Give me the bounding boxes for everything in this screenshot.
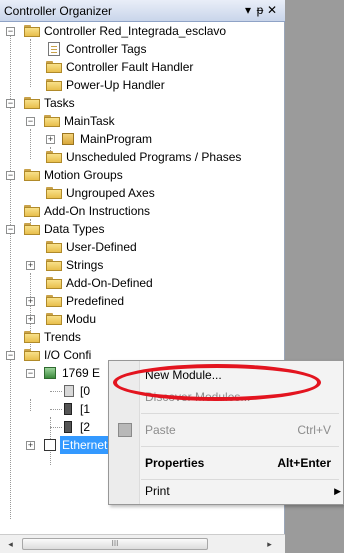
slot-icon xyxy=(64,421,72,433)
collapse-icon[interactable]: − xyxy=(6,27,15,36)
tree-item-user-defined[interactable]: User-Defined xyxy=(0,238,285,256)
tree-label: Unscheduled Programs / Phases xyxy=(66,150,242,164)
menu-item-shortcut: Ctrl+V xyxy=(297,423,331,437)
tags-icon xyxy=(48,42,60,56)
tree-item-motion-groups[interactable]: − Motion Groups xyxy=(0,166,285,184)
collapse-icon[interactable]: − xyxy=(26,369,35,378)
close-icon[interactable]: ✕ xyxy=(267,3,279,17)
tree-label: I/O Confi xyxy=(44,348,92,362)
tree-item-module-defined[interactable]: + Modu xyxy=(0,310,285,328)
slot-icon xyxy=(64,403,72,415)
folder-icon xyxy=(24,349,40,361)
datatype-icon xyxy=(46,295,62,307)
tree-label: MainTask xyxy=(64,114,115,128)
tree-label: Power-Up Handler xyxy=(66,78,165,92)
network-icon xyxy=(44,439,56,451)
tree-label: 1769 E xyxy=(62,366,101,380)
task-icon xyxy=(44,115,60,127)
tree-label: Add-On-Defined xyxy=(66,276,153,290)
tree-label: Motion Groups xyxy=(44,168,123,182)
expand-icon[interactable]: + xyxy=(46,135,55,144)
module-icon xyxy=(44,367,56,379)
tree-item-tasks[interactable]: − Tasks xyxy=(0,94,285,112)
tree-item-power-up-handler[interactable]: Power-Up Handler xyxy=(0,76,285,94)
tree-label: Controller Tags xyxy=(66,42,147,56)
menu-item-label: Print xyxy=(145,484,170,498)
expand-icon[interactable]: + xyxy=(26,261,35,270)
menu-item-print[interactable]: Print ▶ xyxy=(109,480,344,502)
tree-item-trends[interactable]: Trends xyxy=(0,328,285,346)
pin-icon[interactable]: ᵽ xyxy=(255,3,267,17)
tree-item-strings[interactable]: + Strings xyxy=(0,256,285,274)
tree-item-add-on-defined[interactable]: Add-On-Defined xyxy=(0,274,285,292)
datatype-icon xyxy=(46,277,62,289)
tree-item-unscheduled[interactable]: Unscheduled Programs / Phases xyxy=(0,148,285,166)
folder-icon xyxy=(24,223,40,235)
tree-item-add-on-instructions[interactable]: Add-On Instructions xyxy=(0,202,285,220)
datatype-icon xyxy=(46,259,62,271)
tree-label: Controller Fault Handler xyxy=(66,60,194,74)
scroll-left-icon[interactable]: ◂ xyxy=(3,537,18,551)
collapse-icon[interactable]: − xyxy=(6,171,15,180)
scroll-right-icon[interactable]: ▸ xyxy=(262,537,277,551)
collapse-icon[interactable]: − xyxy=(26,117,35,126)
tree-item-controller-tags[interactable]: Controller Tags xyxy=(0,40,285,58)
folder-icon xyxy=(24,205,40,217)
panel-titlebar: Controller Organizer ▾ ᵽ ✕ xyxy=(0,0,285,22)
menu-item-label: Paste xyxy=(145,423,176,437)
folder-icon xyxy=(46,151,62,163)
program-icon xyxy=(62,133,74,145)
tree-label: Tasks xyxy=(44,96,75,110)
collapse-icon[interactable]: − xyxy=(6,351,15,360)
tree-label: Modu xyxy=(66,312,97,326)
tree-label: Add-On Instructions xyxy=(44,204,151,218)
tree-label: Data Types xyxy=(44,222,105,236)
tree-item-predefined[interactable]: + Predefined xyxy=(0,292,285,310)
datatype-icon xyxy=(46,313,62,325)
tree-item-maintask[interactable]: − MainTask xyxy=(0,112,285,130)
datatype-icon xyxy=(46,241,62,253)
expand-icon[interactable]: + xyxy=(26,441,35,450)
tree-label: User-Defined xyxy=(66,240,137,254)
tree-item-ungrouped-axes[interactable]: Ungrouped Axes xyxy=(0,184,285,202)
folder-icon xyxy=(24,169,40,181)
collapse-icon[interactable]: − xyxy=(6,225,15,234)
tree-item-data-types[interactable]: − Data Types xyxy=(0,220,285,238)
expand-icon[interactable]: + xyxy=(26,315,35,324)
tree-label: Predefined xyxy=(66,294,125,308)
folder-icon xyxy=(24,25,40,37)
paste-icon xyxy=(118,423,132,437)
tree-label: Controller Red_Integrada_esclavo xyxy=(44,24,227,38)
highlight-ring-annotation xyxy=(113,364,321,401)
horizontal-scrollbar[interactable]: ◂ III ▸ xyxy=(0,534,285,553)
folder-icon xyxy=(46,79,62,91)
tree-label: MainProgram xyxy=(80,132,153,146)
menu-item-properties[interactable]: Properties Alt+Enter xyxy=(109,452,344,474)
tree-label: Ethernet xyxy=(60,436,110,454)
tree-label: Ungrouped Axes xyxy=(66,186,155,200)
tree-item-controller[interactable]: − Controller Red_Integrada_esclavo xyxy=(0,22,285,40)
slot-icon xyxy=(64,385,74,397)
tree-item-mainprogram[interactable]: + MainProgram xyxy=(0,130,285,148)
expand-icon[interactable]: + xyxy=(26,297,35,306)
panel-title: Controller Organizer xyxy=(4,4,113,18)
folder-icon xyxy=(24,331,40,343)
folder-icon xyxy=(46,187,62,199)
dropdown-icon[interactable]: ▾ xyxy=(243,3,255,17)
menu-item-paste[interactable]: Paste Ctrl+V xyxy=(109,419,344,441)
tree-item-fault-handler[interactable]: Controller Fault Handler xyxy=(0,58,285,76)
submenu-arrow-icon: ▶ xyxy=(334,486,341,496)
tree-label: [0 xyxy=(80,384,91,398)
scroll-thumb[interactable]: III xyxy=(22,538,208,550)
tree-label: Strings xyxy=(66,258,104,272)
folder-icon xyxy=(24,97,40,109)
menu-item-label: Properties xyxy=(145,456,205,470)
menu-item-shortcut: Alt+Enter xyxy=(277,456,331,470)
folder-icon xyxy=(46,61,62,73)
tree-label: Trends xyxy=(44,330,81,344)
collapse-icon[interactable]: − xyxy=(6,99,15,108)
tree-label: [1 xyxy=(80,402,91,416)
tree-label: [2 xyxy=(80,420,91,434)
